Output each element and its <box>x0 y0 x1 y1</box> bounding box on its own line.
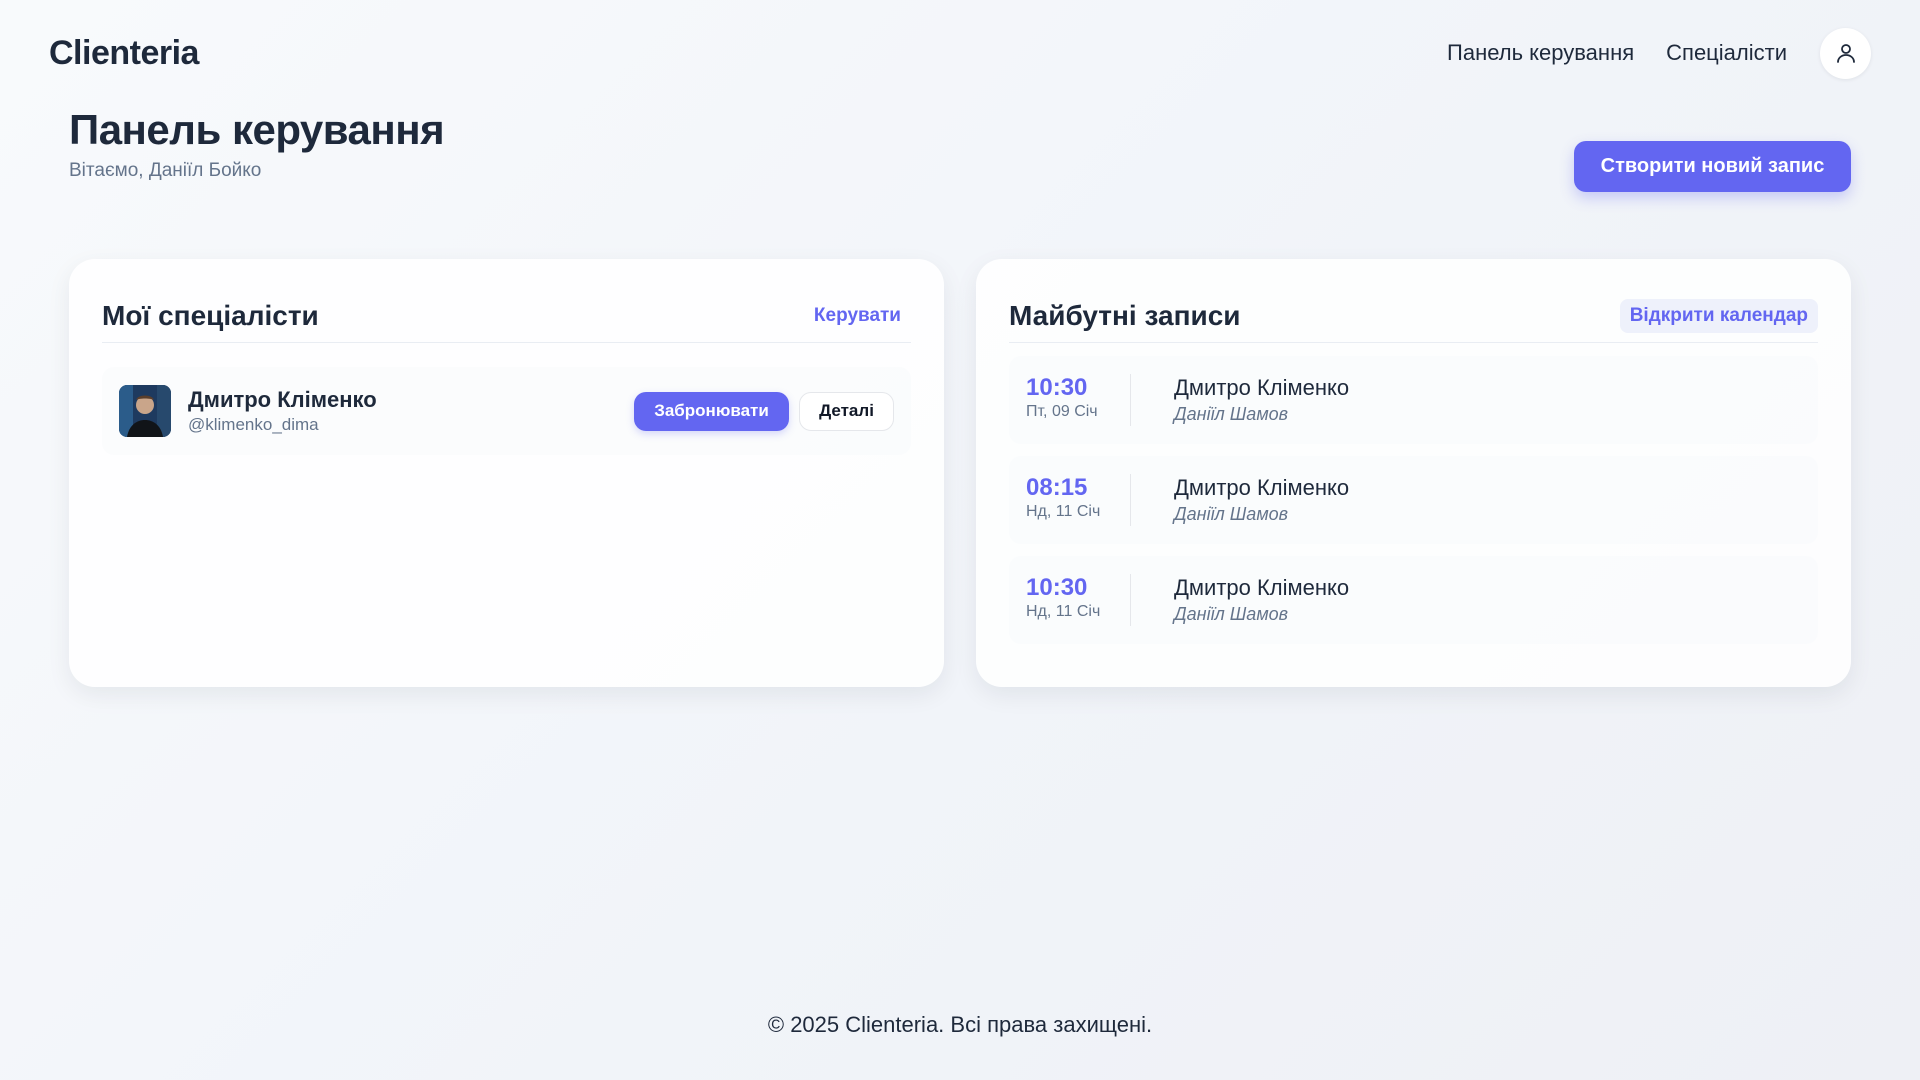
appointment-date: Нд, 11 Січ <box>1026 503 1101 520</box>
app-logo[interactable]: Clienteria <box>49 34 199 73</box>
footer-copyright: © 2025 Clienteria. Всі права захищені. <box>767 1012 1153 1037</box>
appointments-card: Майбутні записи Відкрити календар 10:30 … <box>976 259 1851 687</box>
details-button[interactable]: Деталі <box>799 391 894 431</box>
specialist-name: Дмитро Кліменко <box>188 387 377 412</box>
specialists-card: Мої спеціалісти Керувати Дмитро Кліменко… <box>69 259 944 687</box>
appointment-specialist: Дмитро Кліменко <box>1174 475 1350 500</box>
create-appointment-button[interactable]: Створити новий запис <box>1574 141 1851 192</box>
page-heading: Панель керування Вітаємо, Даніїл Бойко <box>69 106 445 182</box>
appointments-card-title: Майбутні записи <box>1009 299 1241 331</box>
appointment-specialist: Дмитро Кліменко <box>1174 575 1350 600</box>
main-nav: Панель керування Спеціалісти <box>1415 27 1871 79</box>
specialist-info: Дмитро Кліменко @klimenko_dima <box>188 387 634 435</box>
appointment-time-block: 08:15 Нд, 11 Січ <box>1026 474 1131 526</box>
manage-specialists-link[interactable]: Керувати <box>804 299 911 333</box>
specialist-handle: @klimenko_dima <box>188 415 319 434</box>
appointment-item[interactable]: 08:15 Нд, 11 Січ Дмитро Кліменко Даніїл … <box>1009 456 1818 544</box>
appointment-info: Дмитро Кліменко Даніїл Шамов <box>1174 474 1349 526</box>
top-header: Clienteria Панель керування Спеціалісти <box>0 0 1920 106</box>
appointment-info: Дмитро Кліменко Даніїл Шамов <box>1174 574 1349 626</box>
appointment-item[interactable]: 10:30 Нд, 11 Січ Дмитро Кліменко Даніїл … <box>1009 556 1818 644</box>
book-button[interactable]: Забронювати <box>634 391 789 431</box>
appointment-specialist: Дмитро Кліменко <box>1174 375 1350 400</box>
appointments-card-header: Майбутні записи Відкрити календар <box>1009 289 1818 343</box>
appointment-client: Даніїл Шамов <box>1174 404 1289 424</box>
specialist-item: Дмитро Кліменко @klimenko_dima Забронюва… <box>102 367 911 455</box>
appointment-time: 08:15 <box>1026 474 1088 501</box>
appointment-time: 10:30 <box>1026 574 1088 601</box>
appointment-date: Пт, 09 Січ <box>1026 403 1098 420</box>
user-icon <box>1836 44 1855 63</box>
appointment-date: Нд, 11 Січ <box>1026 603 1101 620</box>
specialists-card-title: Мої спеціалісти <box>102 299 319 331</box>
specialists-card-header: Мої спеціалісти Керувати <box>102 289 911 343</box>
page-title: Панель керування <box>69 106 445 153</box>
open-calendar-link[interactable]: Відкрити календар <box>1619 298 1818 333</box>
appointment-time: 10:30 <box>1026 374 1088 401</box>
appointment-client: Даніїл Шамов <box>1174 604 1289 624</box>
welcome-text: Вітаємо, Даніїл Бойко <box>69 160 262 181</box>
appointment-time-block: 10:30 Пт, 09 Січ <box>1026 374 1131 426</box>
nav-link-specialists[interactable]: Спеціалісти <box>1666 40 1787 66</box>
appointment-item[interactable]: 10:30 Пт, 09 Січ Дмитро Кліменко Даніїл … <box>1009 356 1818 444</box>
nav-link-dashboard[interactable]: Панель керування <box>1447 40 1634 66</box>
appointment-info: Дмитро Кліменко Даніїл Шамов <box>1174 374 1349 426</box>
appointment-client: Даніїл Шамов <box>1174 504 1289 524</box>
specialist-avatar <box>119 385 171 437</box>
appointment-time-block: 10:30 Нд, 11 Січ <box>1026 574 1131 626</box>
profile-button[interactable] <box>1820 27 1871 79</box>
